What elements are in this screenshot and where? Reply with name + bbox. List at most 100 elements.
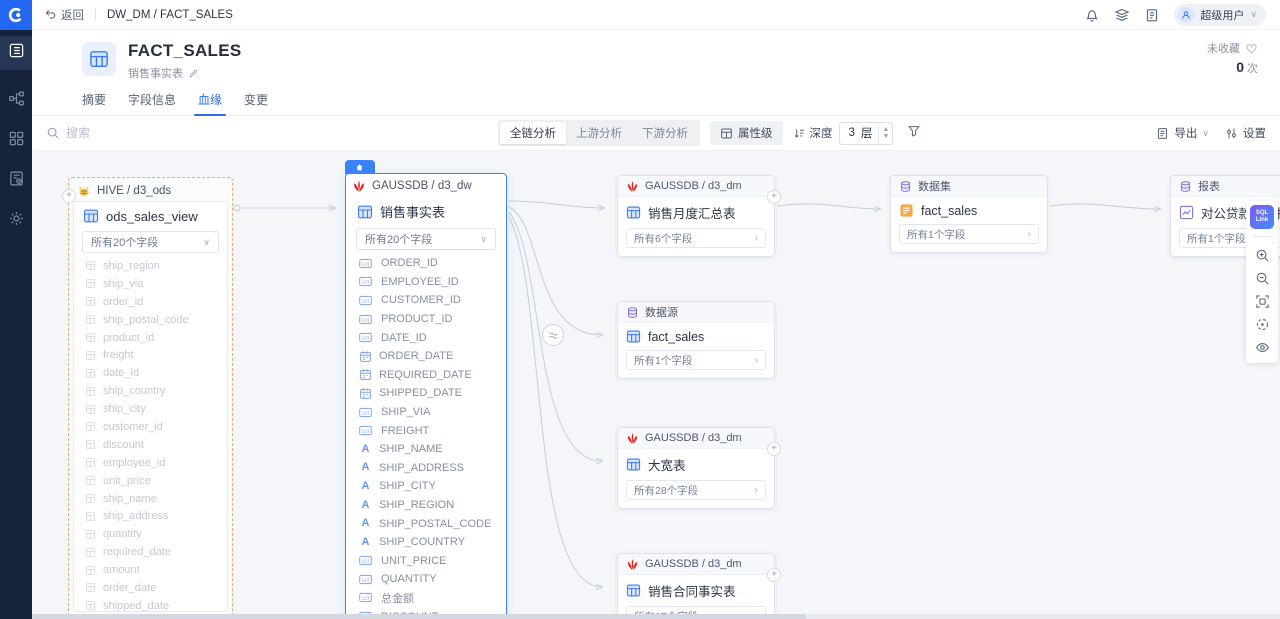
field-row[interactable]: 123PRODUCT_ID [348,310,504,329]
node-table-row[interactable]: ods_sales_view [74,202,227,228]
back-button[interactable]: 返回 [44,7,84,23]
stepper-up-icon[interactable]: ▲ [882,126,889,133]
field-row[interactable]: date_id [74,364,227,382]
sidebar-item-lineage[interactable] [0,84,32,118]
expand-fields-button[interactable]: 所有28个字段› [626,480,766,500]
field-row[interactable]: order_id [74,293,227,311]
zoom-out-button[interactable] [1250,267,1274,290]
field-row[interactable]: REQUIRED_DATE [348,366,504,385]
tab-字段信息[interactable]: 字段信息 [128,91,176,115]
field-row[interactable]: ship_country [74,382,227,400]
lineage-canvas[interactable]: HIVE / d3_ods ods_sales_view 所有20个字段 ∨ s… [32,151,1280,619]
field-row[interactable]: ASHIP_POSTAL_CODE [348,514,504,533]
field-row[interactable]: ASHIP_CITY [348,477,504,496]
field-row[interactable]: ship_via [74,275,227,293]
expand-upstream-button[interactable]: + [62,189,76,203]
field-row[interactable]: discount [74,436,227,454]
breadcrumb[interactable]: DW_DM / FACT_SALES [107,9,233,21]
horizontal-scrollbar[interactable] [32,614,1280,619]
field-row[interactable]: unit_price [74,472,227,490]
sidebar-item-settings-gear[interactable] [0,204,32,238]
field-row[interactable]: order_date [74,579,227,597]
user-menu[interactable]: 超级用户 ∨ [1174,4,1266,26]
field-row[interactable]: 123UNIT_PRICE [348,552,504,571]
settings-button[interactable]: 设置 [1225,125,1266,141]
lineage-node-dataset[interactable]: 数据集fact_sales所有1个字段› [890,175,1048,253]
field-row[interactable]: shipped_date [74,597,227,612]
node-table-row[interactable]: 销售合同事实表 [618,575,774,604]
field-row[interactable]: 123EMPLOYEE_ID [348,273,504,292]
node-table-row[interactable]: 大宽表 [618,449,774,478]
tab-变更[interactable]: 变更 [244,91,268,115]
node-table-row[interactable]: fact_sales [618,323,774,348]
notifications-button[interactable] [1084,7,1100,23]
fields-dropdown[interactable]: 所有20个字段 ∨ [356,228,496,250]
scrollbar-thumb[interactable] [32,614,806,619]
search-input[interactable] [66,126,186,140]
field-row[interactable]: ship_postal_code [74,311,227,329]
etl-transform-badge[interactable] [542,324,564,346]
field-row[interactable]: ORDER_DATE [348,347,504,366]
attribute-level-button[interactable]: 属性级 [710,121,783,145]
segment-上游分析[interactable]: 上游分析 [566,122,632,144]
depth-stepper[interactable]: 3 层 ▲▼ [839,122,894,145]
field-row[interactable]: 123QUANTITY [348,570,504,589]
field-row[interactable]: 123总金额 [348,589,504,608]
depth-stepper-arrows[interactable]: ▲▼ [878,123,892,144]
segment-下游分析[interactable]: 下游分析 [632,122,698,144]
stepper-down-icon[interactable]: ▼ [882,133,889,140]
edit-pencil-icon[interactable] [188,68,199,79]
node-table-row[interactable]: 销售月度汇总表 [618,197,774,226]
field-row[interactable]: customer_id [74,418,227,436]
sidebar-item-catalog[interactable] [0,36,32,70]
field-row[interactable]: ship_city [74,400,227,418]
search-box[interactable] [46,126,186,140]
segment-全链分析[interactable]: 全链分析 [500,122,566,144]
field-row[interactable]: SHIPPED_DATE [348,384,504,403]
zoom-in-button[interactable] [1250,244,1274,267]
node-table-row[interactable]: 销售事实表 [348,196,504,225]
sidebar-item-apps[interactable] [0,124,32,158]
tab-血缘[interactable]: 血缘 [198,91,222,115]
field-row[interactable]: ship_address [74,507,227,525]
lineage-node-hive-ods[interactable]: HIVE / d3_ods ods_sales_view 所有20个字段 ∨ s… [68,177,233,619]
field-row[interactable]: ASHIP_COUNTRY [348,533,504,552]
expand-fields-button[interactable]: 所有6个字段› [626,228,766,248]
stack-button[interactable] [1114,7,1130,23]
tab-摘要[interactable]: 摘要 [82,91,106,115]
sidebar-item-report-doc[interactable] [0,164,32,198]
expand-fields-button[interactable]: 所有1个字段› [899,224,1039,244]
field-row[interactable]: ASHIP_REGION [348,496,504,515]
field-row[interactable]: quantity [74,525,227,543]
eye-button[interactable] [1250,336,1274,359]
node-table-row[interactable]: fact_sales [891,197,1047,222]
lineage-node-dm-monthly[interactable]: GAUSSDB / d3_dm销售月度汇总表所有6个字段›+ [617,175,775,257]
field-row[interactable]: 123CUSTOMER_ID [348,291,504,310]
expand-fields-button[interactable]: 所有1个字段› [626,350,766,370]
field-row[interactable]: 123ORDER_ID [348,254,504,273]
app-logo[interactable] [0,0,32,30]
field-row[interactable]: amount [74,561,227,579]
expand-downstream-button[interactable]: + [767,568,781,582]
fit-view-button[interactable] [1250,290,1274,313]
export-button[interactable]: 导出 ∨ [1156,125,1209,141]
lineage-node-dw-fact[interactable]: GAUSSDB / d3_dw 销售事实表 所有20个字段 ∨ 123ORDER… [345,173,507,619]
field-row[interactable]: product_id [74,329,227,347]
reset-view-button[interactable] [1250,313,1274,336]
expand-downstream-button[interactable]: + [767,442,781,456]
field-row[interactable]: employee_id [74,454,227,472]
field-row[interactable]: required_date [74,543,227,561]
fields-dropdown[interactable]: 所有20个字段 ∨ [82,231,219,253]
field-row[interactable]: 123DATE_ID [348,328,504,347]
lineage-node-datasource[interactable]: 数据源fact_sales所有1个字段› [617,301,775,379]
filter-button[interactable] [907,124,921,143]
lineage-node-dm-contract[interactable]: GAUSSDB / d3_dm销售合同事实表所有15个字段›+ [617,553,775,619]
field-row[interactable]: freight [74,346,227,364]
expand-downstream-button[interactable]: + [767,190,781,204]
field-row[interactable]: 123SHIP_VIA [348,403,504,422]
field-row[interactable]: ASHIP_ADDRESS [348,459,504,478]
tasks-button[interactable] [1144,7,1160,23]
lineage-node-dm-wide[interactable]: GAUSSDB / d3_dm大宽表所有28个字段›+ [617,427,775,509]
heart-icon[interactable] [1245,42,1258,55]
sql-link-button[interactable]: SQLLink [1250,205,1274,229]
